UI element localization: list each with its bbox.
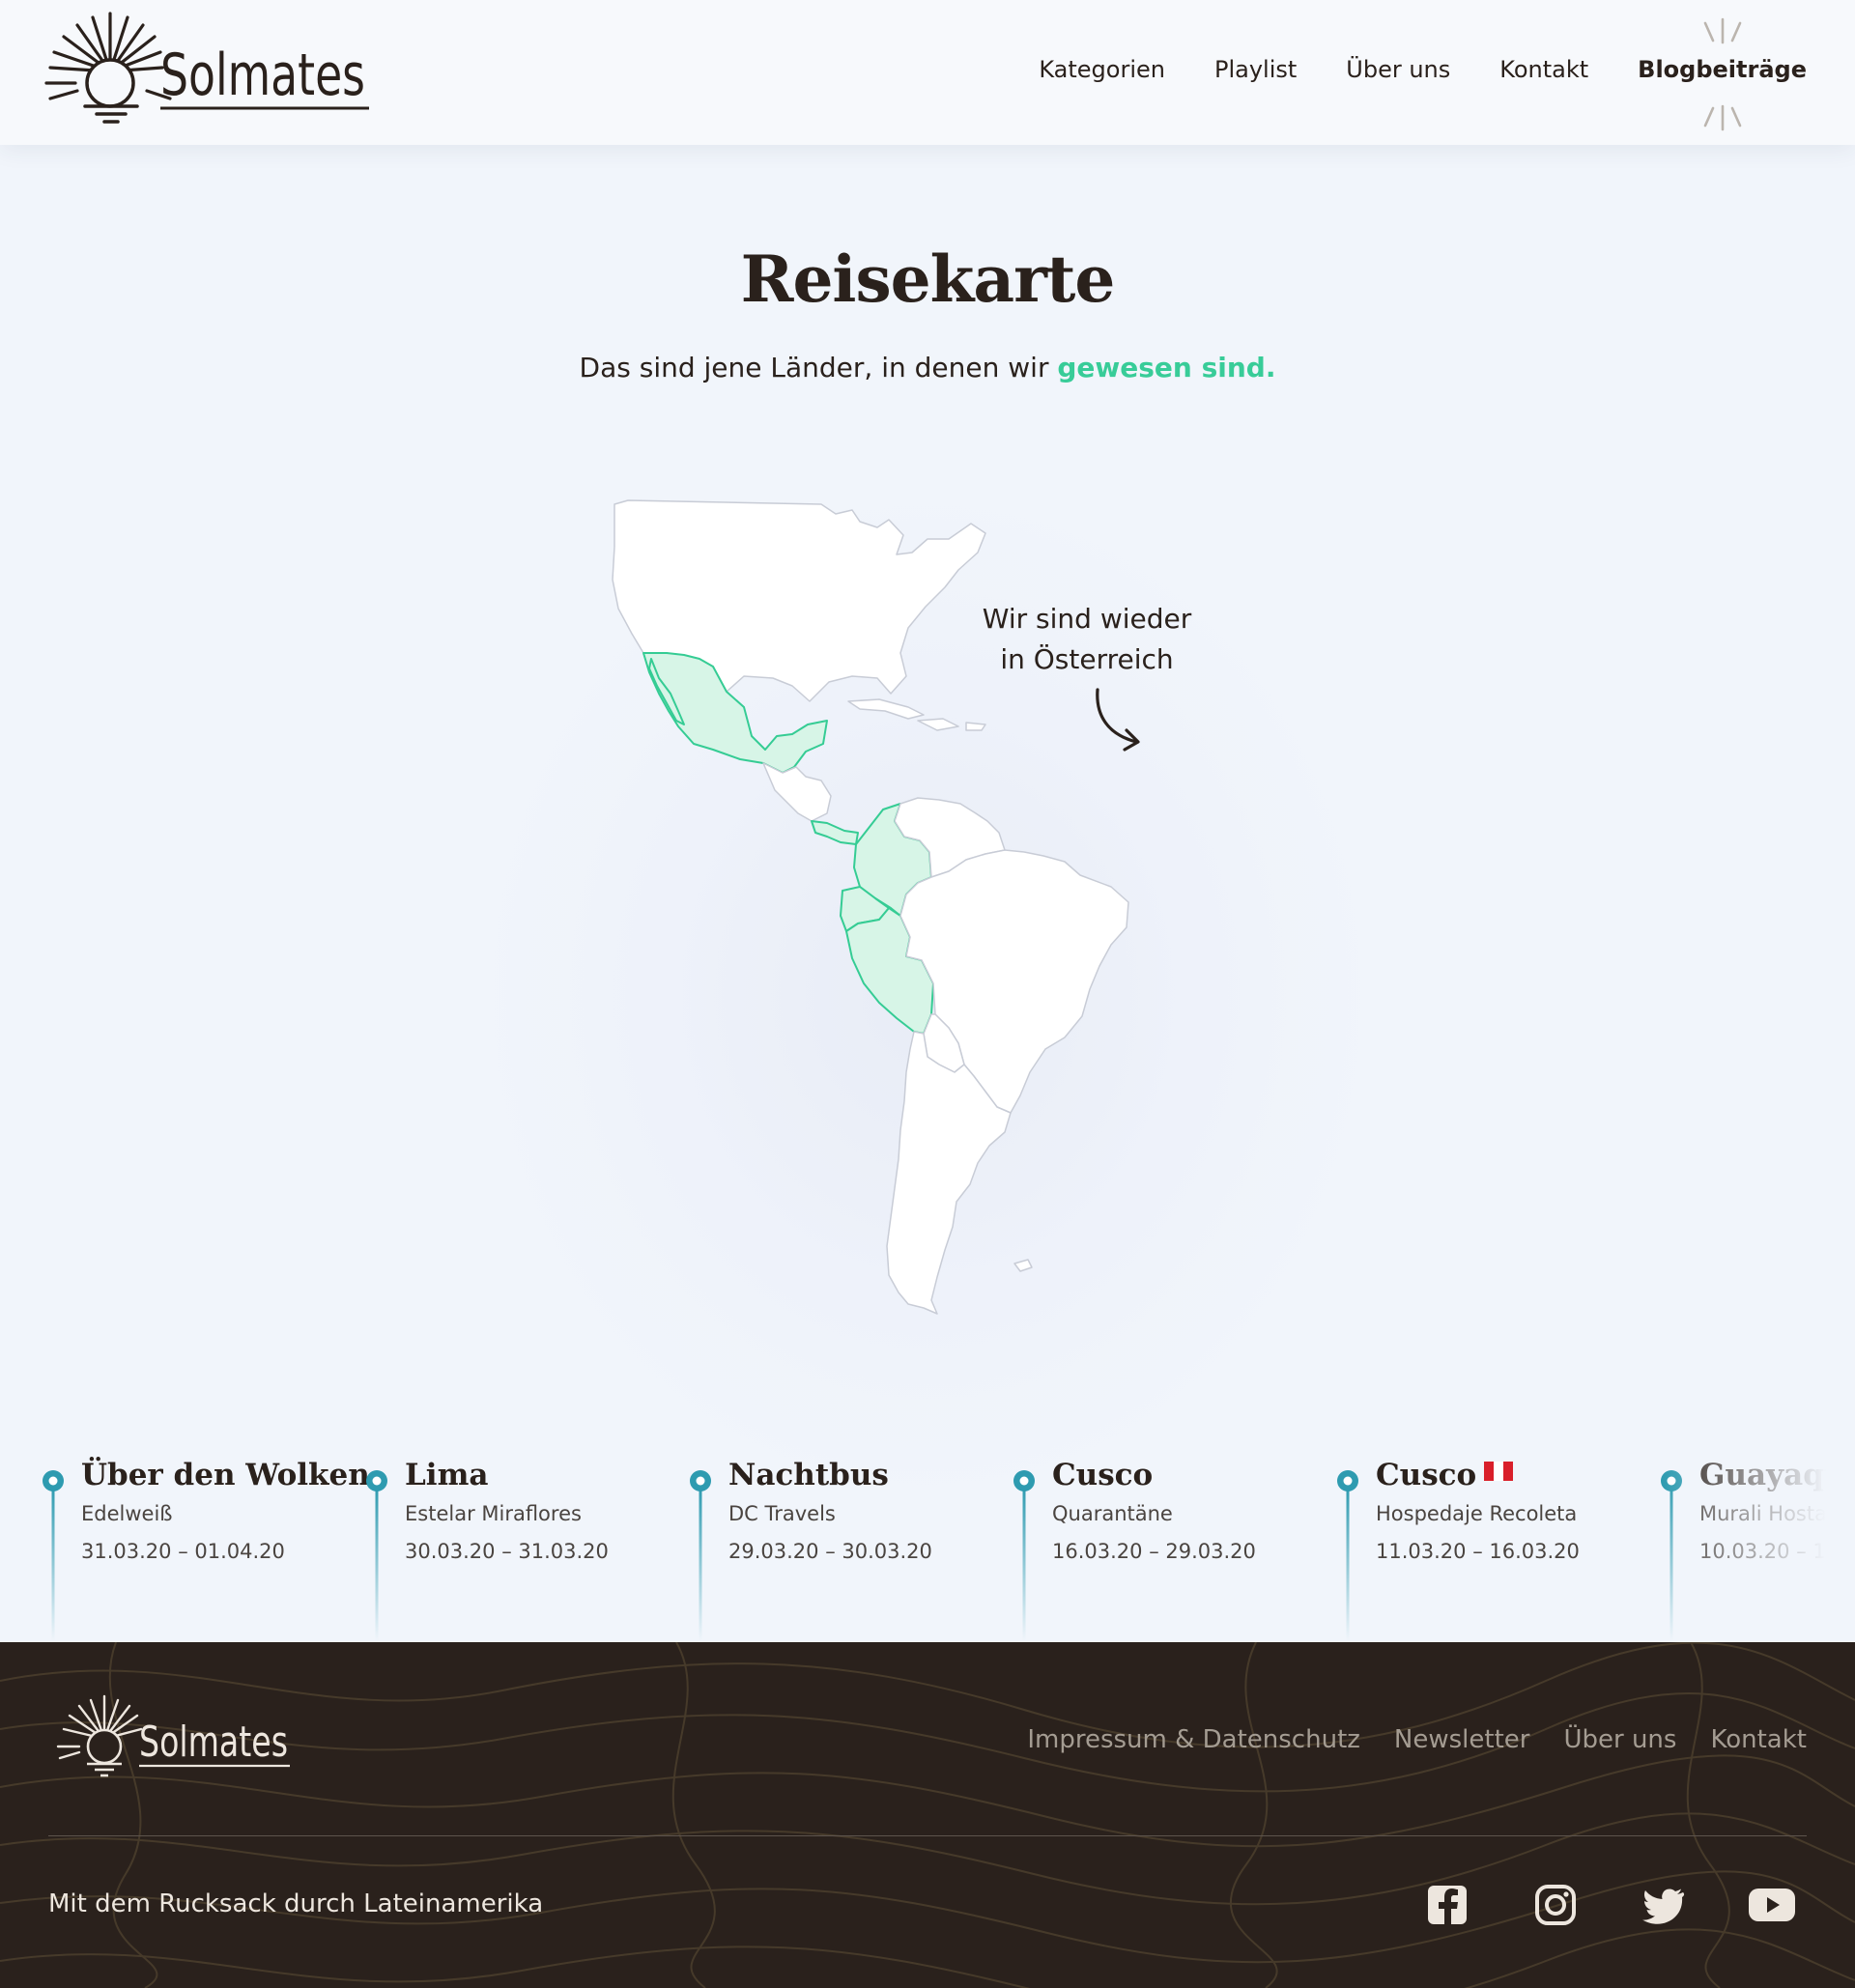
timeline-dates: 31.03.20 – 01.04.20 [81,1540,285,1563]
timeline-title: Nachtbus [728,1458,889,1492]
timeline-place: Quarantäne [1052,1502,1173,1525]
footer-link-kontakt[interactable]: Kontakt [1710,1725,1807,1754]
map-country-panama[interactable] [811,820,859,845]
twitter-icon[interactable] [1639,1880,1689,1930]
logo-text: Solmates [160,42,365,109]
timeline-dates: 30.03.20 – 31.03.20 [405,1540,609,1563]
timeline-item[interactable]: Cusco Hospedaje Recoleta 11.03.20 – 16.03.… [1295,1444,1618,1641]
timeline-place: DC Travels [728,1502,836,1525]
instagram-icon[interactable] [1530,1880,1581,1930]
map-falkland-islands[interactable] [1013,1259,1033,1272]
timeline-place: Hospedaje Recoleta [1376,1502,1578,1525]
timeline-title: Cusco [1376,1458,1514,1492]
location-pin-icon [690,1470,711,1641]
location-pin-icon [1013,1470,1035,1641]
subtitle-text: Das sind jene Länder, in denen wir [579,352,1058,383]
footer-nav: Impressum & Datenschutz Newsletter Über … [993,1725,1807,1754]
map-country-central-america[interactable] [762,762,832,822]
subtitle-highlight: gewesen sind. [1057,352,1276,383]
location-pin-icon [366,1470,387,1641]
location-pin-icon [43,1470,64,1641]
curved-arrow-icon [1096,688,1140,752]
youtube-icon[interactable] [1747,1880,1797,1930]
footer-logo[interactable]: Solmates [48,1690,300,1783]
timeline-dates: 29.03.20 – 30.03.20 [728,1540,932,1563]
trip-timeline: Über den Wolken Edelweiß 31.03.20 – 01.04.… [0,1444,1855,1642]
nav-kontakt[interactable]: Kontakt [1499,56,1588,83]
page-subtitle: Das sind jene Länder, in denen wir gewes… [0,352,1855,383]
nav-kategorien[interactable]: Kategorien [1039,56,1165,83]
nav-ueber-uns[interactable]: Über uns [1346,56,1450,83]
timeline-fade-overlay [1662,1444,1855,1642]
map-annotation: Wir sind wieder in Österreich [956,599,1217,680]
nav-playlist[interactable]: Playlist [1214,56,1297,83]
footer-divider [48,1835,1807,1836]
timeline-item[interactable]: Nachtbus DC Travels 29.03.20 – 30.03.20 [647,1444,971,1641]
timeline-place: Estelar Miraflores [405,1502,582,1525]
timeline-item[interactable]: Cusco Quarantäne 16.03.20 – 29.03.20 [971,1444,1295,1641]
timeline-title: Lima [405,1458,489,1492]
nav-blogbeitraege-label: Blogbeiträge [1638,56,1807,83]
solmates-logo[interactable]: Solmates [33,8,381,129]
map-caribbean-islands[interactable] [847,698,986,731]
site-footer: Solmates Impressum & Datenschutz Newslet… [0,1642,1855,1988]
site-header: Solmates Kategorien Playlist Über uns Ko… [0,0,1855,145]
americas-map [612,499,1129,1315]
peru-flag-icon [1484,1462,1514,1481]
travel-map-section: Reisekarte Das sind jene Länder, in dene… [0,145,1855,1642]
location-pin-icon [1337,1470,1358,1641]
timeline-item[interactable]: Über den Wolken Edelweiß 31.03.20 – 01.04.… [0,1444,370,1641]
footer-link-newsletter[interactable]: Newsletter [1394,1725,1530,1754]
footer-link-impressum[interactable]: Impressum & Datenschutz [1027,1725,1360,1754]
facebook-icon[interactable] [1422,1880,1472,1930]
timeline-title: Cusco [1052,1458,1154,1492]
timeline-item[interactable]: Lima Estelar Miraflores 30.03.20 – 31.03.2… [324,1444,647,1641]
social-links [1422,1880,1797,1930]
timeline-place: Edelweiß [81,1502,173,1525]
main-nav: Kategorien Playlist Über uns Kontakt Blo… [989,17,1807,131]
active-rays-icon [1703,104,1741,131]
page-title: Reisekarte [740,241,1116,317]
map-note-line1: Wir sind wieder [982,603,1192,635]
map-note-line2: in Österreich [1000,643,1174,675]
nav-blogbeitraege[interactable]: Blogbeiträge [1638,17,1807,131]
footer-logo-text: Solmates [139,1718,288,1767]
footer-link-ueber-uns[interactable]: Über uns [1563,1725,1676,1754]
active-rays-icon [1703,17,1741,44]
timeline-dates: 11.03.20 – 16.03.20 [1376,1540,1580,1563]
footer-tagline: Mit dem Rucksack durch Lateinamerika [48,1889,544,1918]
timeline-dates: 16.03.20 – 29.03.20 [1052,1540,1256,1563]
